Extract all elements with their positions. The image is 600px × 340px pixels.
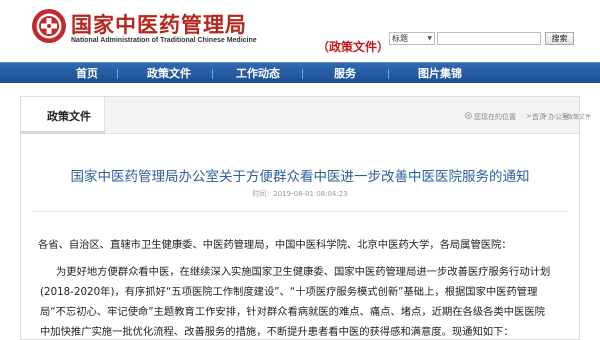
nav-item-home[interactable]: 首页 <box>76 63 98 84</box>
article-title: 国家中医药管理局办公室关于方便群众看中医进一步改善中医医院服务的通知 <box>70 169 530 185</box>
site-name-en: National Administration of Traditional C… <box>71 37 257 44</box>
content-panel: 政策文件 您现在的位置 > 首页 > 办公室 > 政策文件 国家中医药管理局办公… <box>20 96 591 340</box>
body-paragraph-line: 中加快推广实施一批优化流程、改善服务的措施，不断提升患者看中医的获得感和满意度。… <box>40 326 514 338</box>
body-paragraph-line: 为更好地方便群众看中医，在继续深入实施国家卫生健康委、国家中医药管理局进一步改善… <box>56 266 551 278</box>
nav-spacer <box>0 83 600 96</box>
search-input[interactable] <box>437 32 541 45</box>
page: 国家中医药管理局 National Administration of Trad… <box>0 0 600 340</box>
body-paragraph-salutation: 各省、自治区、直辖市卫生健康委、中医药管理局，中国中医科学院、北京中医药大学，各… <box>38 239 512 251</box>
article-meta: 时间：2019-08-01 08:04:23 <box>252 190 348 198</box>
nav-divider <box>302 69 303 79</box>
tab-underline <box>21 131 105 134</box>
nav-item-service[interactable]: 服务 <box>334 63 356 84</box>
nav-divider <box>212 69 213 79</box>
chevron-down-icon: ▼ <box>427 35 432 42</box>
breadcrumb-separator: > <box>542 112 548 120</box>
body-paragraph-line: (2018-2020年)，有序抓好“五项医院工作制度建设”、“十项医疗服务模式创… <box>40 286 538 298</box>
site-name-cn[interactable]: 国家中医药管理局 <box>71 9 247 39</box>
nav-item-gallery[interactable]: 图片集锦 <box>418 63 462 84</box>
tab-label: 政策文件 <box>47 110 91 123</box>
nav-item-news[interactable]: 工作动态 <box>236 63 280 84</box>
location-icon <box>465 112 472 119</box>
title-divider <box>33 211 567 212</box>
site-header: 国家中医药管理局 National Administration of Trad… <box>0 0 600 62</box>
nav-divider <box>388 69 389 79</box>
tab-bar: 政策文件 您现在的位置 > 首页 > 办公室 > 政策文件 <box>21 97 591 134</box>
search-button[interactable]: 搜索 <box>545 32 574 45</box>
tab-policy[interactable]: 政策文件 <box>21 97 105 134</box>
nav-item-policy[interactable]: 政策文件 <box>147 63 191 84</box>
section-title: （政策文件） <box>317 40 390 54</box>
search-type-select[interactable]: 标题 ▼ <box>389 32 435 45</box>
nav-divider <box>117 69 118 79</box>
main-nav: 首页 政策文件 工作动态 服务 图片集锦 <box>0 62 600 83</box>
breadcrumb-separator: > <box>526 112 532 120</box>
body-paragraph-line: 局“不忘初心、牢记使命”主题教育工作安排，针对群众看病就医的难点、痛点、堵点，近… <box>40 306 545 318</box>
search-type-value: 标题 <box>392 34 408 43</box>
logo-emblem-icon[interactable] <box>31 8 67 44</box>
breadcrumb-current-location: 您现在的位置 <box>474 113 516 121</box>
breadcrumb-policy[interactable]: 政策文件 <box>567 112 591 121</box>
